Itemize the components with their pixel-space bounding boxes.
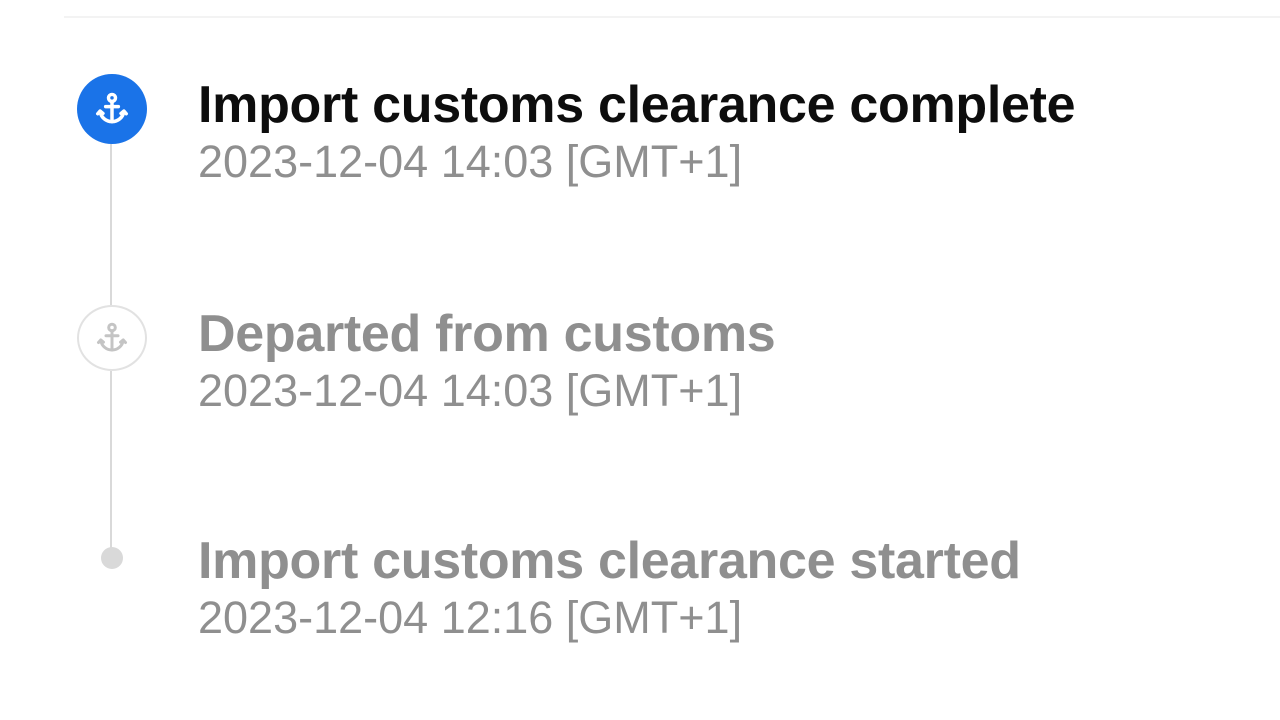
- timeline-event: Import customs clearance started 2023-12…: [198, 530, 1258, 644]
- timeline-connector: [110, 370, 112, 548]
- timeline-event: Import customs clearance complete 2023-1…: [198, 74, 1258, 188]
- event-timestamp: 2023-12-04 14:03 [GMT+1]: [198, 136, 743, 187]
- tracking-timeline: Import customs clearance complete 2023-1…: [0, 0, 1280, 720]
- anchor-icon: [96, 92, 128, 124]
- event-title: Departed from customs: [198, 305, 776, 363]
- timeline-node-past: [77, 305, 147, 371]
- timeline-event: Departed from customs 2023-12-04 14:03 […: [198, 303, 1258, 417]
- event-timestamp: 2023-12-04 14:03 [GMT+1]: [198, 365, 743, 416]
- event-title: Import customs clearance complete: [198, 76, 1076, 134]
- event-timestamp: 2023-12-04 12:16 [GMT+1]: [198, 592, 743, 643]
- dot-icon: [101, 547, 123, 569]
- timeline-node-current: [77, 74, 147, 144]
- anchor-icon: [97, 322, 127, 352]
- event-title: Import customs clearance started: [198, 532, 1021, 590]
- timeline-connector: [110, 144, 112, 306]
